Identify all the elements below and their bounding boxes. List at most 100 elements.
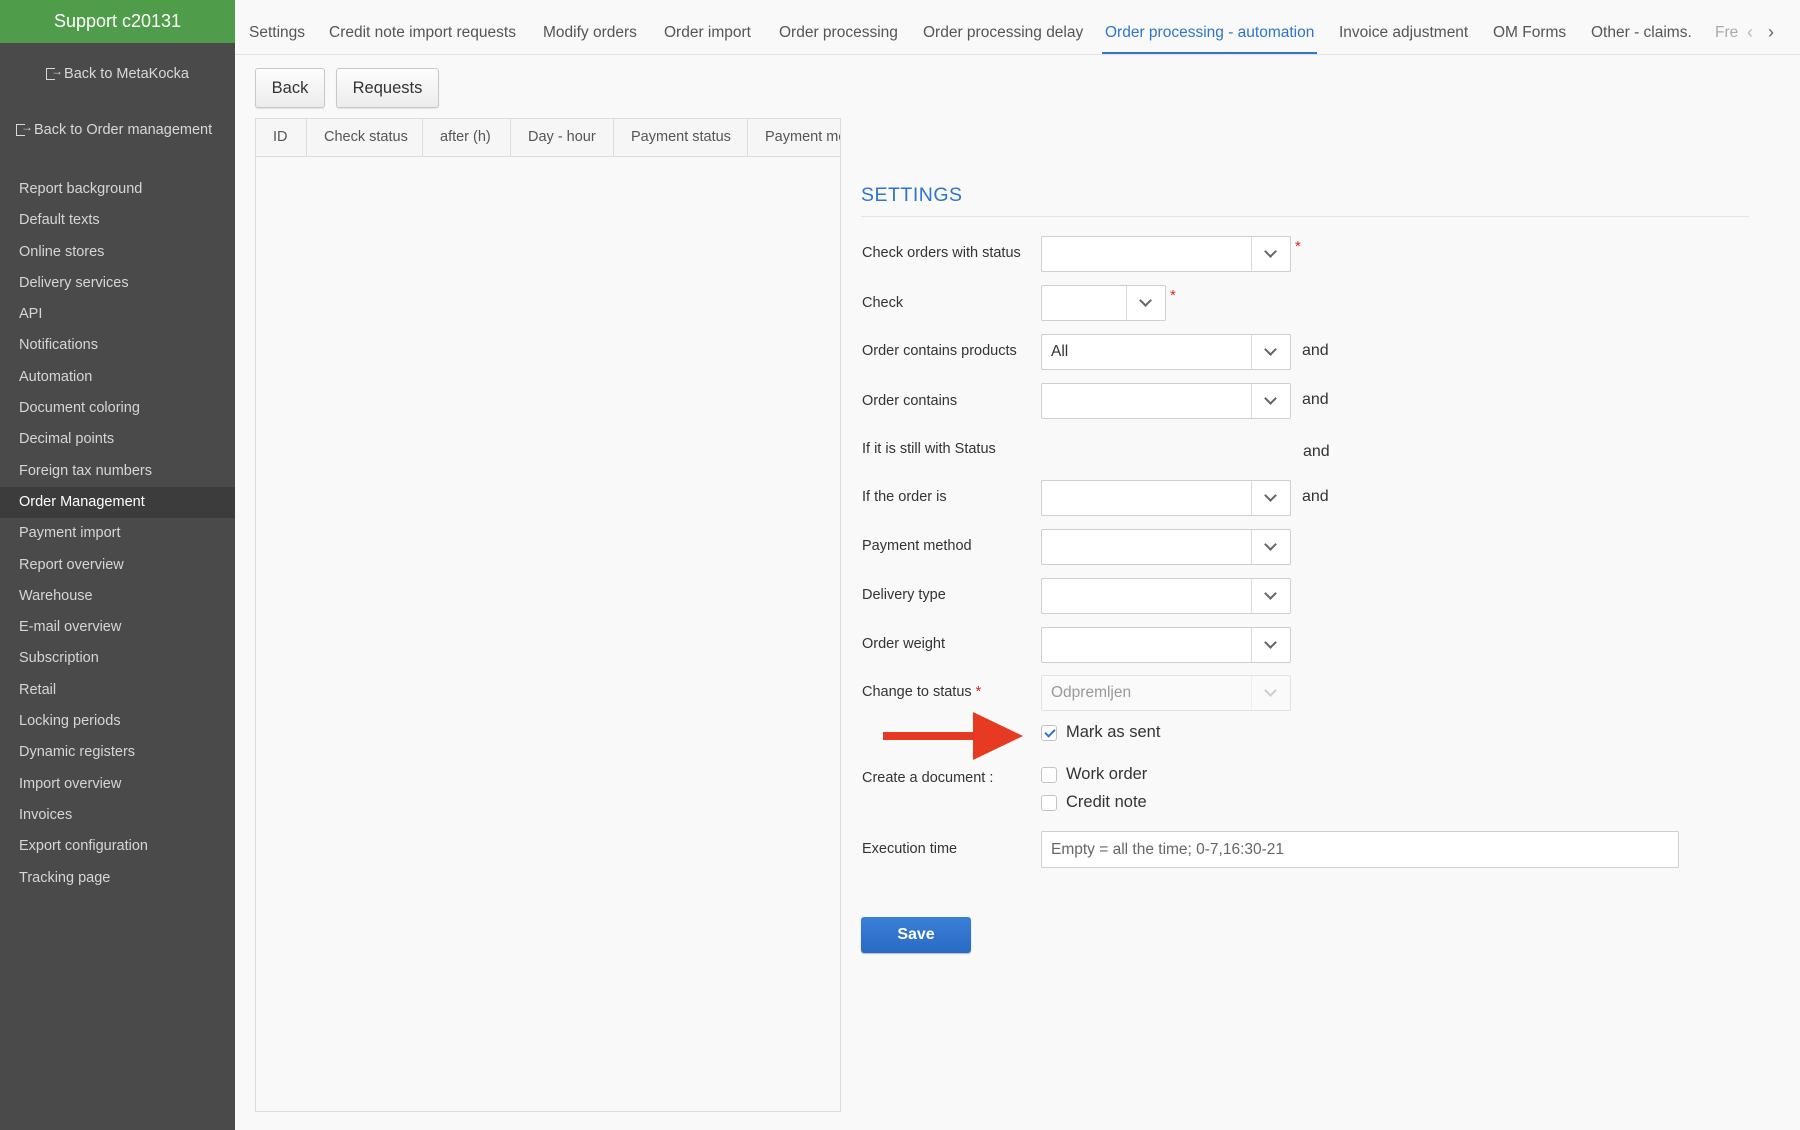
if-still-with-status-label: If it is still with Status — [862, 441, 996, 457]
if-order-is-label: If the order is — [862, 489, 947, 505]
tab-om-forms[interactable]: OM Forms — [1493, 0, 1566, 54]
order-weight-select[interactable] — [1041, 627, 1291, 663]
sidebar-item-report-overview[interactable]: Report overview — [0, 550, 235, 581]
sidebar-item-notifications[interactable]: Notifications — [0, 330, 235, 361]
tab-order-processing-automation[interactable]: Order processing - automation — [1101, 0, 1318, 54]
and-text: and — [1303, 443, 1330, 460]
and-text: and — [1302, 391, 1329, 408]
select-value: All — [1051, 343, 1069, 360]
mark-as-sent-checkbox-row[interactable]: Mark as sent — [1041, 723, 1160, 742]
execution-time-label: Execution time — [862, 841, 958, 857]
order-contains-products-label: Order contains products — [862, 343, 1017, 359]
chevron-down-icon — [1126, 286, 1165, 320]
back-to-order-management-label: Back to Order management — [34, 122, 213, 138]
sidebar-item-order-management[interactable]: Order Management — [0, 486, 235, 519]
sidebar-item-locking-periods[interactable]: Locking periods — [0, 706, 235, 737]
sidebar-item-retail[interactable]: Retail — [0, 675, 235, 706]
sign-out-icon — [46, 64, 63, 81]
tab-credit-note-import-requests[interactable]: Credit note import requests — [329, 0, 516, 54]
save-button[interactable]: Save — [861, 917, 971, 953]
required-asterisk: * — [1170, 287, 1176, 304]
column-header-payment-status[interactable]: Payment status — [614, 119, 748, 156]
work-order-checkbox[interactable] — [1041, 766, 1057, 783]
sidebar-item-foreign-tax-numbers[interactable]: Foreign tax numbers — [0, 456, 235, 487]
column-header-after-h[interactable]: after (h) — [423, 119, 511, 156]
table-header: ID Check status after (h) Day - hour Pay… — [256, 119, 840, 157]
sidebar-item-dynamic-registers[interactable]: Dynamic registers — [0, 737, 235, 768]
chevron-left-icon[interactable]: ‹ — [1747, 22, 1753, 43]
sidebar-item-import-overview[interactable]: Import overview — [0, 769, 235, 800]
change-to-status-text: Change to status — [862, 684, 972, 700]
sidebar-item-payment-import[interactable]: Payment import — [0, 518, 235, 549]
sidebar-item-online-stores[interactable]: Online stores — [0, 237, 235, 268]
sidebar-item-decimal-points[interactable]: Decimal points — [0, 424, 235, 455]
tab-order-import[interactable]: Order import — [664, 0, 751, 54]
tab-modify-orders[interactable]: Modify orders — [543, 0, 637, 54]
sidebar-item-delivery-services[interactable]: Delivery services — [0, 268, 235, 299]
mark-as-sent-checkbox[interactable] — [1041, 724, 1057, 741]
annotation-arrow-icon — [883, 712, 1023, 760]
sidebar-item-document-coloring[interactable]: Document coloring — [0, 393, 235, 424]
payment-method-label: Payment method — [862, 538, 972, 554]
delivery-type-label: Delivery type — [862, 587, 946, 603]
order-contains-select[interactable] — [1041, 383, 1291, 419]
sidebar-item-automation[interactable]: Automation — [0, 362, 235, 393]
required-asterisk: * — [1295, 238, 1301, 255]
chevron-down-icon — [1251, 335, 1290, 369]
execution-time-input[interactable] — [1041, 831, 1679, 868]
sidebar-item-api[interactable]: API — [0, 299, 235, 330]
chevron-down-icon — [1251, 579, 1290, 613]
tab-invoice-adjustment[interactable]: Invoice adjustment — [1339, 0, 1468, 54]
sidebar-item-report-background[interactable]: Report background — [0, 174, 235, 205]
sidebar-item-export-configuration[interactable]: Export configuration — [0, 831, 235, 862]
required-asterisk: * — [975, 684, 982, 700]
column-header-id[interactable]: ID — [256, 119, 307, 156]
change-to-status-label: Change to status * — [862, 684, 981, 700]
credit-note-checkbox-row[interactable]: Credit note — [1041, 793, 1147, 812]
work-order-checkbox-row[interactable]: Work order — [1041, 765, 1147, 784]
sidebar-item-warehouse[interactable]: Warehouse — [0, 581, 235, 612]
back-to-order-management-link[interactable]: Back to Order management — [0, 120, 235, 140]
chevron-down-icon — [1251, 530, 1290, 564]
back-to-metakocka-link[interactable]: Back to MetaKocka — [0, 64, 235, 84]
check-orders-with-status-label: Check orders with status — [862, 245, 1021, 261]
sidebar-item-tracking-page[interactable]: Tracking page — [0, 863, 235, 894]
requests-button[interactable]: Requests — [336, 68, 439, 108]
order-contains-label: Order contains — [862, 393, 958, 409]
check-select[interactable] — [1041, 285, 1166, 321]
change-to-status-select: Odpremljen — [1041, 675, 1291, 711]
column-header-payment-method[interactable]: Payment me — [748, 119, 840, 156]
sidebar-menu: Report background Default texts Online s… — [0, 174, 235, 894]
tab-other-claims[interactable]: Other - claims. — [1591, 0, 1692, 54]
check-orders-with-status-select[interactable] — [1041, 236, 1291, 272]
select-value: Odpremljen — [1051, 684, 1132, 701]
and-text: and — [1302, 488, 1329, 505]
back-button[interactable]: Back — [255, 68, 325, 108]
sidebar-item-invoices[interactable]: Invoices — [0, 800, 235, 831]
sidebar: Support c20131 Back to MetaKocka Back to… — [0, 0, 235, 1130]
chevron-down-icon — [1251, 628, 1290, 662]
check-label: Check — [862, 295, 904, 311]
tab-order-processing[interactable]: Order processing — [779, 0, 898, 54]
delivery-type-select[interactable] — [1041, 578, 1291, 614]
sidebar-item-default-texts[interactable]: Default texts — [0, 205, 235, 236]
column-header-day-hour[interactable]: Day - hour — [511, 119, 614, 156]
chevron-down-icon — [1251, 676, 1290, 710]
chevron-down-icon — [1251, 481, 1290, 515]
order-contains-products-select[interactable]: All — [1041, 334, 1291, 370]
tab-order-processing-delay[interactable]: Order processing delay — [923, 0, 1083, 54]
credit-note-checkbox[interactable] — [1041, 794, 1057, 811]
order-weight-label: Order weight — [862, 636, 946, 652]
sidebar-item-email-overview[interactable]: E-mail overview — [0, 612, 235, 643]
work-order-label: Work order — [1066, 765, 1148, 783]
mark-as-sent-label: Mark as sent — [1066, 723, 1161, 741]
sidebar-item-subscription[interactable]: Subscription — [0, 643, 235, 674]
if-order-is-select[interactable] — [1041, 480, 1291, 516]
column-header-check-status[interactable]: Check status — [307, 119, 423, 156]
credit-note-label: Credit note — [1066, 793, 1147, 811]
chevron-right-icon[interactable]: › — [1768, 22, 1774, 43]
tab-fre[interactable]: Fre — [1715, 0, 1738, 54]
payment-method-select[interactable] — [1041, 529, 1291, 565]
tab-settings[interactable]: Settings — [249, 0, 305, 54]
and-text: and — [1302, 342, 1329, 359]
